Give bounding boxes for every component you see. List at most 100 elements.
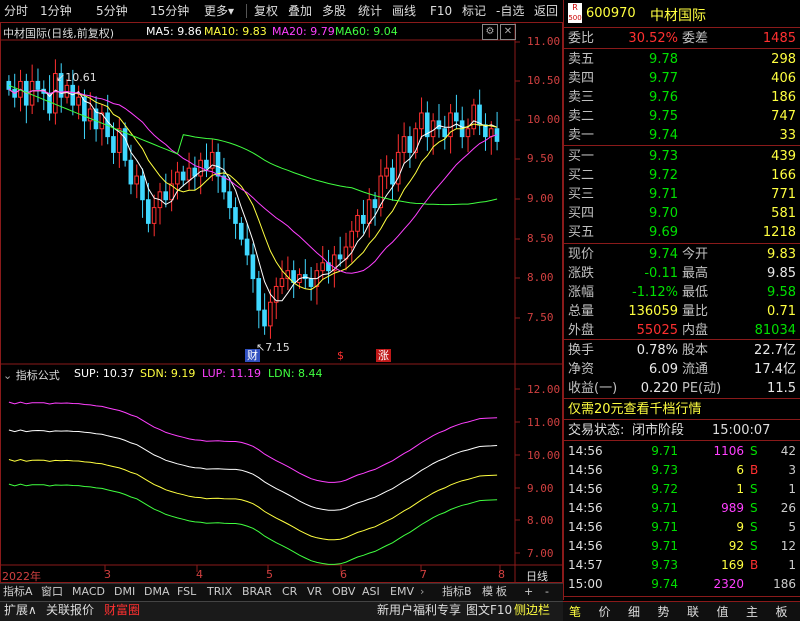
adjust-button[interactable]: 复权	[254, 3, 278, 19]
wealth-circle-tab[interactable]: 财富圈	[104, 602, 140, 619]
promo-link[interactable]: 新用户福利专享	[377, 602, 461, 619]
candle-body	[180, 171, 186, 181]
scroll-right-icon[interactable]: ›	[420, 584, 424, 600]
chevron-down-icon: ⌄	[3, 369, 13, 382]
badge-top: R	[572, 3, 578, 12]
template-tab[interactable]: 板	[496, 584, 507, 600]
candle-body	[233, 207, 238, 224]
bid-price: 9.73	[649, 149, 678, 164]
settings-icon[interactable]: ⚙	[482, 24, 498, 40]
finance-event-tag[interactable]: 财	[245, 349, 260, 362]
indicator-tab[interactable]: EMV	[390, 584, 414, 600]
multi-stock-button[interactable]: 多股	[322, 3, 346, 19]
tick-price: 9.73	[651, 463, 678, 477]
indicator-tab[interactable]: VR	[307, 584, 322, 600]
detail-tab[interactable]: 势	[658, 603, 670, 620]
indicator-tab[interactable]: ASI	[362, 584, 380, 600]
ask-row[interactable]: 卖一 9.74 33	[564, 126, 800, 145]
add-pane-button[interactable]: +	[524, 584, 533, 600]
candle-body	[29, 80, 35, 106]
bid-row[interactable]: 买二 9.72 166	[564, 166, 800, 185]
sdn-line	[8, 458, 498, 541]
indicator-tab[interactable]: MACD	[72, 584, 105, 600]
bid-row[interactable]: 买四 9.70 581	[564, 204, 800, 223]
tick-side: S	[750, 501, 758, 515]
ask-row[interactable]: 卖四 9.77 406	[564, 69, 800, 88]
sidebar-link[interactable]: 侧边栏	[514, 602, 550, 619]
indicator-tab[interactable]: FSL	[177, 584, 196, 600]
bid-row[interactable]: 买三 9.71 771	[564, 185, 800, 204]
candle-body	[477, 104, 482, 126]
period-label[interactable]: 日线	[526, 568, 548, 584]
divider	[564, 243, 800, 244]
f10-button[interactable]: F10	[430, 3, 452, 19]
watchlist-button[interactable]: -自选	[496, 3, 524, 19]
indicator-tab[interactable]: DMI	[114, 584, 135, 600]
tick-price: 9.74	[651, 577, 678, 591]
close-icon[interactable]: ✕	[500, 24, 516, 40]
tick-price: 9.71	[651, 501, 678, 515]
remove-pane-button[interactable]: -	[545, 584, 549, 600]
draw-button[interactable]: 画线	[392, 3, 416, 19]
tab-intraday[interactable]: 分时	[4, 3, 28, 19]
f10-link[interactable]: 图文F10	[466, 602, 512, 619]
stat-row: 总量 136059 量比 0.71	[564, 302, 800, 321]
ask-row[interactable]: 卖三 9.76 186	[564, 88, 800, 107]
detail-tab[interactable]: 细	[628, 603, 640, 620]
tick-row: 14:56 9.73 6 B 3	[564, 461, 800, 480]
tick-time: 14:56	[568, 463, 603, 477]
overlay-button[interactable]: 叠加	[288, 3, 312, 19]
tick-price: 9.73	[651, 558, 678, 572]
bid-volume: 1218	[762, 225, 796, 240]
mark-button[interactable]: 标记	[462, 3, 486, 19]
tick-volume: 92	[728, 539, 744, 553]
candle-body	[268, 301, 273, 327]
detail-tab[interactable]: 联	[687, 603, 699, 620]
indicator-title[interactable]: ⌄ 指标公式	[3, 367, 60, 383]
tab-15min[interactable]: 15分钟	[150, 3, 189, 19]
indicator-lines	[8, 401, 498, 565]
indicator-tab[interactable]: OBV	[332, 584, 355, 600]
template-tab[interactable]: 模	[482, 584, 493, 600]
tick-price: 9.72	[651, 482, 678, 496]
stat-value: 136059	[628, 304, 678, 319]
bid-row[interactable]: 买一 9.73 439	[564, 147, 800, 166]
stock-code: 600970	[586, 6, 636, 21]
indicator-tab[interactable]: 指标A	[3, 584, 33, 600]
detail-tab[interactable]: 笔	[569, 603, 581, 620]
x-label: 4	[196, 568, 203, 581]
indicator-tab[interactable]: CR	[282, 584, 297, 600]
stat-value: 9.85	[767, 266, 796, 281]
ask-row[interactable]: 卖二 9.75 747	[564, 107, 800, 126]
bid-row[interactable]: 买五 9.69 1218	[564, 223, 800, 242]
detail-tab[interactable]: 值	[717, 603, 729, 620]
candle-body	[442, 128, 447, 138]
tab-1min[interactable]: 1分钟	[40, 3, 72, 19]
expand-tab[interactable]: 扩展∧	[4, 602, 37, 619]
ask-row[interactable]: 卖五 9.78 298	[564, 50, 800, 69]
dividend-event-tag[interactable]: $	[337, 349, 344, 362]
tick-side: B	[750, 463, 759, 477]
tick-count: 3	[788, 463, 796, 477]
indicator-tab[interactable]: 窗口	[41, 584, 63, 600]
fundamental-value: 17.4亿	[754, 362, 796, 377]
detail-tab[interactable]: 主	[746, 603, 758, 620]
tick-time: 14:56	[568, 520, 603, 534]
trade-state-label: 交易状态:	[568, 423, 625, 438]
tab-5min[interactable]: 5分钟	[96, 3, 128, 19]
indicator-tab[interactable]: 指标B	[442, 584, 472, 600]
detail-tab[interactable]: 价	[599, 603, 611, 620]
ind-y-tick: 10.00	[527, 449, 561, 462]
promo-banner[interactable]: 仅需20元查看千档行情	[564, 400, 800, 419]
indicator-tab[interactable]: BRAR	[242, 584, 272, 600]
back-button[interactable]: 返回	[534, 3, 558, 19]
tab-more[interactable]: 更多▾	[204, 3, 234, 19]
indicator-tab[interactable]: TRIX	[207, 584, 232, 600]
bid-label: 买三	[568, 187, 595, 202]
detail-tab[interactable]: 板	[776, 603, 788, 620]
fundamental-label: PE(动)	[682, 381, 722, 396]
related-quote-tab[interactable]: 关联报价	[46, 602, 94, 619]
rise-event-tag[interactable]: 涨	[376, 349, 391, 362]
indicator-tab[interactable]: DMA	[144, 584, 170, 600]
stats-button[interactable]: 统计	[358, 3, 382, 19]
